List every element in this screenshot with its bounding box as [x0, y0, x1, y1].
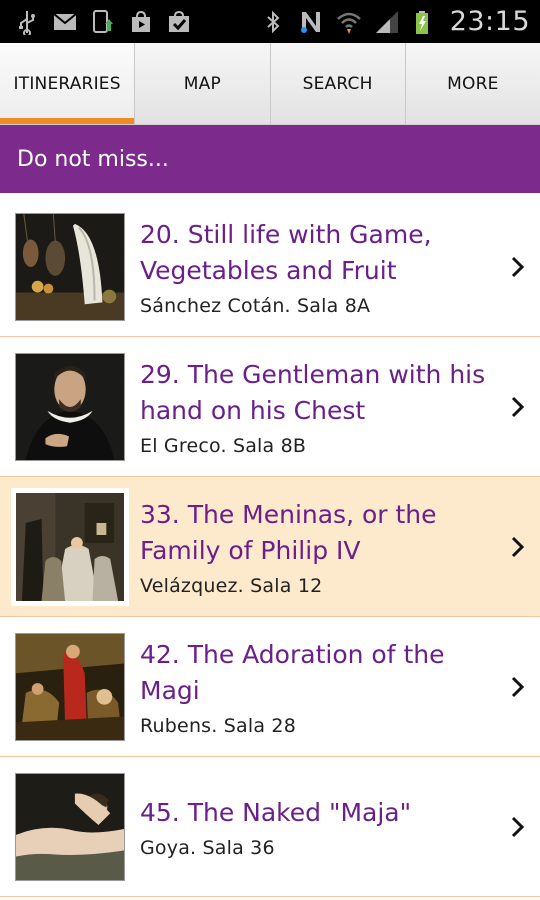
- status-left-icons: [14, 9, 192, 35]
- section-header: Do not miss...: [0, 125, 540, 193]
- phone-update-icon: [90, 9, 116, 35]
- tab-search[interactable]: SEARCH: [271, 43, 406, 124]
- signal-icon: [374, 9, 400, 35]
- item-subtitle: Rubens. Sala 28: [140, 714, 297, 737]
- task-check-icon: [166, 9, 192, 35]
- gmail-icon: [52, 9, 78, 35]
- tab-map[interactable]: MAP: [135, 43, 271, 124]
- chevron-right-icon: [508, 394, 528, 420]
- list-item[interactable]: 45. The Naked "Maja" Goya. Sala 36: [0, 757, 540, 897]
- chevron-right-icon: [508, 254, 528, 280]
- item-text: 33. The Meninas, or the Family of Philip…: [140, 477, 500, 616]
- item-title: 29. The Gentleman with his hand on his C…: [140, 359, 486, 425]
- item-subtitle: El Greco. Sala 8B: [140, 434, 307, 457]
- item-title: 33. The Meninas, or the Family of Philip…: [140, 499, 437, 565]
- tab-more[interactable]: MORE: [406, 43, 540, 124]
- item-text: 42. The Adoration of the Magi Rubens. Sa…: [140, 617, 500, 756]
- artwork-list: 20. Still life with Game, Vegetables and…: [0, 197, 540, 897]
- item-subtitle: Goya. Sala 36: [140, 836, 275, 859]
- tab-bar: ITINERARIES MAP SEARCH MORE: [0, 43, 540, 125]
- wifi-icon: [336, 9, 362, 35]
- nfc-icon: [298, 9, 324, 35]
- usb-icon: [14, 9, 40, 35]
- list-item[interactable]: 42. The Adoration of the Magi Rubens. Sa…: [0, 617, 540, 757]
- section-title: Do not miss...: [17, 146, 169, 172]
- item-text: 29. The Gentleman with his hand on his C…: [140, 337, 500, 476]
- item-text: 20. Still life with Game, Vegetables and…: [140, 197, 500, 336]
- chevron-right-icon: [508, 674, 528, 700]
- chevron-right-icon: [508, 534, 528, 560]
- item-subtitle: Velázquez. Sala 12: [140, 574, 323, 597]
- list-item[interactable]: 20. Still life with Game, Vegetables and…: [0, 197, 540, 337]
- status-bar: 23:15: [0, 0, 540, 43]
- adoration-thumbnail: [15, 633, 125, 741]
- item-title: 20. Still life with Game, Vegetables and…: [140, 219, 432, 285]
- item-title: 45. The Naked "Maja": [140, 797, 412, 827]
- still-life-thumbnail: [15, 213, 125, 321]
- chevron-right-icon: [508, 814, 528, 840]
- bluetooth-icon: [260, 9, 286, 35]
- tab-itineraries[interactable]: ITINERARIES: [0, 43, 136, 124]
- status-right-icons: 23:15: [260, 6, 530, 37]
- meninas-thumbnail: [11, 488, 129, 606]
- list-item-selected[interactable]: 33. The Meninas, or the Family of Philip…: [0, 477, 540, 617]
- maja-thumbnail: [15, 773, 125, 881]
- list-item[interactable]: 29. The Gentleman with his hand on his C…: [0, 337, 540, 477]
- play-store-icon: [128, 9, 154, 35]
- battery-charging-icon: [412, 9, 438, 35]
- gentleman-thumbnail: [15, 353, 125, 461]
- status-time: 23:15: [449, 6, 530, 37]
- item-text: 45. The Naked "Maja" Goya. Sala 36: [140, 757, 500, 896]
- item-title: 42. The Adoration of the Magi: [140, 639, 445, 705]
- item-subtitle: Sánchez Cotán. Sala 8A: [140, 294, 371, 317]
